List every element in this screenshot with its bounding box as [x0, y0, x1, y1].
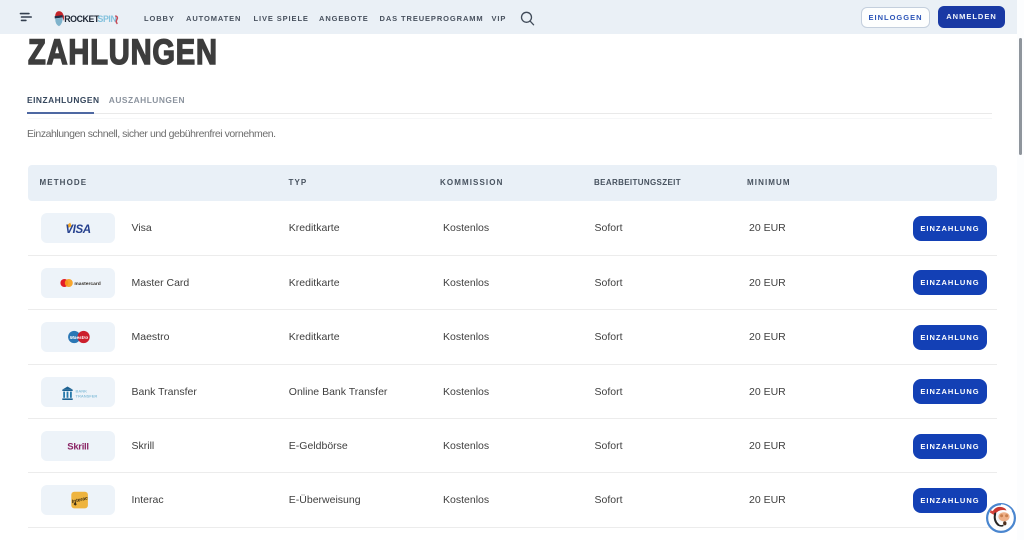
svg-text:Skrill: Skrill	[67, 442, 88, 453]
svg-text:VISA: VISA	[65, 224, 90, 236]
svg-text:ROCKET: ROCKET	[64, 14, 100, 24]
svg-text:SPIN: SPIN	[98, 14, 117, 24]
svg-text:Maestro: Maestro	[69, 335, 87, 341]
svg-text:mastercard: mastercard	[74, 281, 100, 287]
svg-text:TRANSFER: TRANSFER	[75, 393, 97, 398]
